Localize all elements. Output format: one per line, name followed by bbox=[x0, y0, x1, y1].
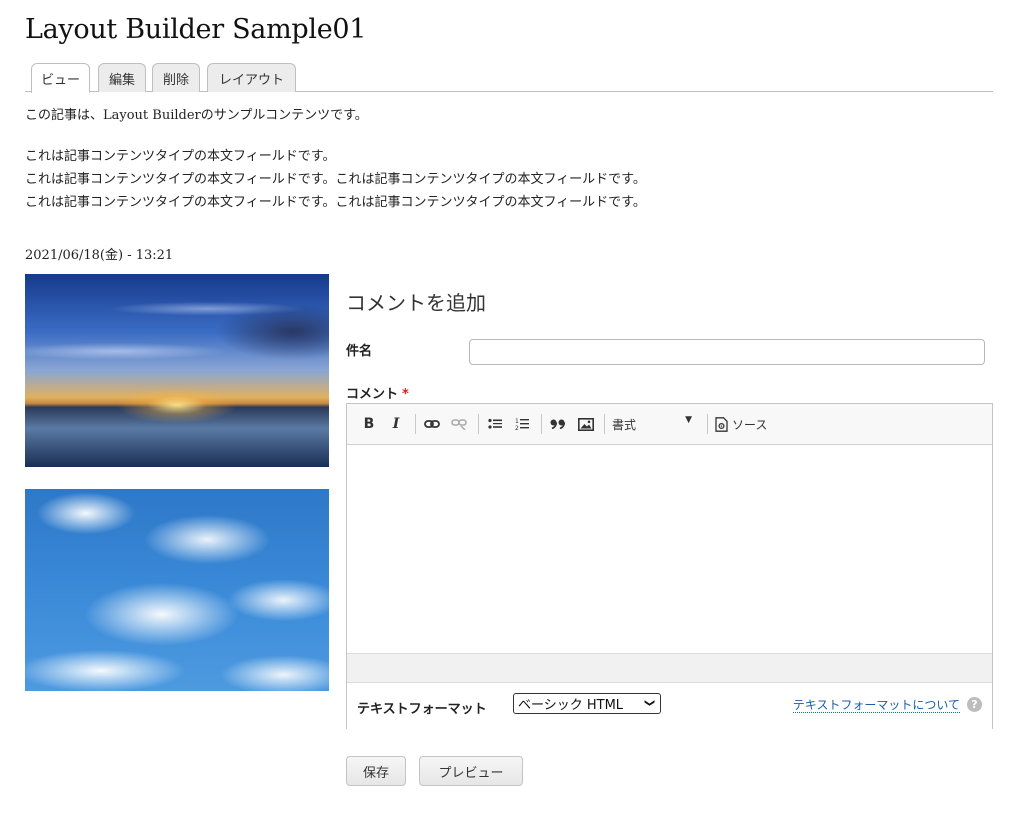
comment-label-text: コメント bbox=[346, 387, 399, 402]
body-line-3: これは記事コンテンツタイプの本文フィールドです。これは記事コンテンツタイプの本文… bbox=[25, 195, 646, 210]
body-line-2: これは記事コンテンツタイプの本文フィールドです。これは記事コンテンツタイプの本文… bbox=[25, 172, 646, 187]
chevron-down-icon: ❯ bbox=[644, 698, 656, 708]
numbered-list-icon[interactable]: 12 bbox=[513, 414, 531, 434]
source-label: ソース bbox=[732, 417, 768, 432]
sky-clouds-image bbox=[25, 489, 329, 691]
italic-icon[interactable]: I bbox=[388, 414, 404, 434]
comment-label: コメント * bbox=[346, 383, 409, 402]
unlink-icon[interactable] bbox=[450, 414, 468, 434]
subject-input[interactable] bbox=[469, 339, 985, 365]
svg-text:2: 2 bbox=[515, 425, 519, 431]
image-icon[interactable] bbox=[577, 414, 595, 434]
text-format-help-link[interactable]: テキストフォーマットについて bbox=[792, 698, 960, 713]
page-title: Layout Builder Sample01 bbox=[25, 14, 367, 45]
format-dropdown-icon: ▼ bbox=[685, 415, 692, 425]
toolbar-separator bbox=[478, 414, 479, 434]
tab-edit[interactable]: 編集 bbox=[98, 63, 146, 92]
bulleted-list-icon[interactable] bbox=[486, 414, 504, 434]
toolbar-separator bbox=[541, 414, 542, 434]
editor-status-bar bbox=[347, 653, 992, 682]
text-format-select[interactable]: ベーシック HTML ❯ bbox=[513, 693, 661, 714]
link-icon[interactable] bbox=[423, 414, 441, 434]
save-button[interactable]: 保存 bbox=[346, 756, 406, 786]
primary-tabs: ビュー 編集 削除 レイアウト bbox=[25, 62, 993, 93]
required-marker: * bbox=[402, 387, 409, 402]
editor-toolbar: B I 12 書式 ▼ ソース bbox=[347, 404, 992, 445]
format-combo[interactable]: 書式 ▼ bbox=[612, 414, 702, 434]
tab-view[interactable]: ビュー bbox=[31, 63, 90, 93]
toolbar-separator bbox=[604, 414, 605, 434]
text-format-label: テキストフォーマット bbox=[357, 702, 487, 717]
subject-label: 件名 bbox=[346, 344, 373, 359]
comment-form-heading: コメントを追加 bbox=[346, 291, 486, 315]
toolbar-separator bbox=[707, 414, 708, 434]
preview-button[interactable]: プレビュー bbox=[419, 756, 523, 786]
post-date: 2021/06/18(金) - 13:21 bbox=[25, 248, 174, 263]
blockquote-icon[interactable] bbox=[549, 414, 567, 434]
help-icon[interactable]: ? bbox=[967, 697, 982, 712]
svg-text:1: 1 bbox=[515, 418, 519, 425]
comment-editor: B I 12 書式 ▼ ソース テキストフォーマット ベーシック HTML ❯ … bbox=[346, 403, 993, 729]
source-icon bbox=[715, 416, 728, 432]
body-line-1: これは記事コンテンツタイプの本文フィールドです。 bbox=[25, 149, 336, 164]
bold-icon[interactable]: B bbox=[361, 414, 377, 434]
text-format-selected: ベーシック HTML bbox=[518, 698, 624, 713]
format-combo-label: 書式 bbox=[612, 417, 637, 432]
sunset-image bbox=[25, 274, 329, 467]
text-format-wrapper: テキストフォーマット ベーシック HTML ❯ テキストフォーマットについて ? bbox=[347, 682, 992, 729]
toolbar-separator bbox=[415, 414, 416, 434]
source-button[interactable]: ソース bbox=[715, 414, 767, 434]
intro-text: この記事は、Layout Builderのサンプルコンテンツです。 bbox=[25, 108, 368, 123]
comment-editable-area[interactable] bbox=[347, 446, 992, 653]
tab-layout[interactable]: レイアウト bbox=[207, 63, 296, 92]
tab-delete[interactable]: 削除 bbox=[152, 63, 200, 92]
